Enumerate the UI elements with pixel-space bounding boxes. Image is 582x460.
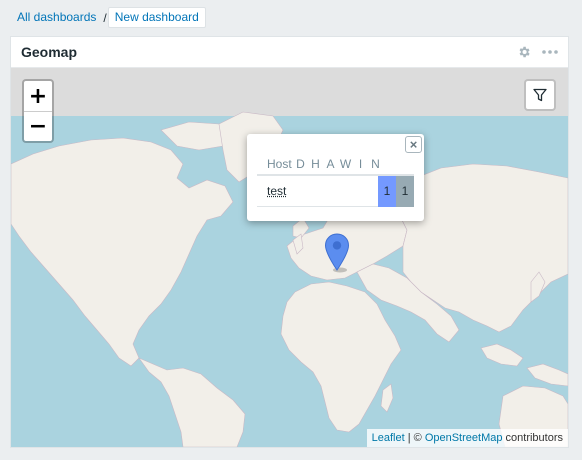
information-count[interactable]: 1 bbox=[378, 175, 396, 207]
host-link[interactable]: test bbox=[267, 184, 286, 198]
column-information: I bbox=[358, 157, 363, 171]
zoom-out-button[interactable]: − bbox=[24, 111, 52, 141]
column-disaster: D bbox=[296, 157, 305, 171]
map-attribution: Leaflet | © OpenStreetMap contributors bbox=[366, 429, 568, 447]
more-dots-icon[interactable] bbox=[542, 44, 558, 60]
column-host: Host bbox=[267, 157, 292, 171]
breadcrumb: All dashboards / New dashboard bbox=[11, 7, 206, 28]
column-not-classified: N bbox=[371, 157, 380, 171]
widget-title: Geomap bbox=[21, 44, 78, 60]
map-marker[interactable] bbox=[324, 233, 350, 273]
leaflet-link[interactable]: Leaflet bbox=[372, 432, 405, 444]
gear-icon[interactable] bbox=[516, 44, 532, 60]
column-average: A bbox=[326, 157, 335, 171]
attribution-separator: | © bbox=[404, 432, 425, 444]
zoom-control: + − bbox=[22, 79, 54, 143]
filter-button[interactable] bbox=[524, 79, 556, 111]
attribution-suffix: contributors bbox=[502, 432, 563, 444]
breadcrumb-separator: / bbox=[103, 10, 107, 25]
host-cell: test bbox=[257, 184, 378, 198]
breadcrumb-current-dashboard[interactable]: New dashboard bbox=[107, 7, 206, 28]
zoom-in-button[interactable]: + bbox=[24, 81, 52, 111]
filter-icon bbox=[533, 88, 547, 102]
world-map-tiles bbox=[11, 68, 568, 447]
breadcrumb-all-dashboards[interactable]: All dashboards bbox=[11, 7, 102, 28]
geomap-canvas[interactable]: + − × Host D H A W I N test 1 1 Leaflet … bbox=[11, 68, 568, 447]
geomap-widget: Geomap + − × Host D H A W I N test 1 1 L… bbox=[10, 36, 569, 448]
marker-pin-icon bbox=[324, 233, 350, 273]
host-problems-popup: × Host D H A W I N test 1 1 bbox=[247, 134, 424, 221]
widget-actions bbox=[516, 44, 558, 60]
popup-close-button[interactable]: × bbox=[405, 136, 422, 153]
column-high: H bbox=[311, 157, 320, 171]
popup-table: Host D H A W I N test 1 1 bbox=[257, 154, 414, 207]
column-warning: W bbox=[339, 157, 352, 171]
popup-table-header: Host D H A W I N bbox=[257, 154, 414, 176]
openstreetmap-link[interactable]: OpenStreetMap bbox=[425, 432, 503, 444]
widget-header: Geomap bbox=[11, 37, 568, 68]
table-row: test 1 1 bbox=[257, 175, 414, 207]
not-classified-count[interactable]: 1 bbox=[396, 175, 414, 207]
